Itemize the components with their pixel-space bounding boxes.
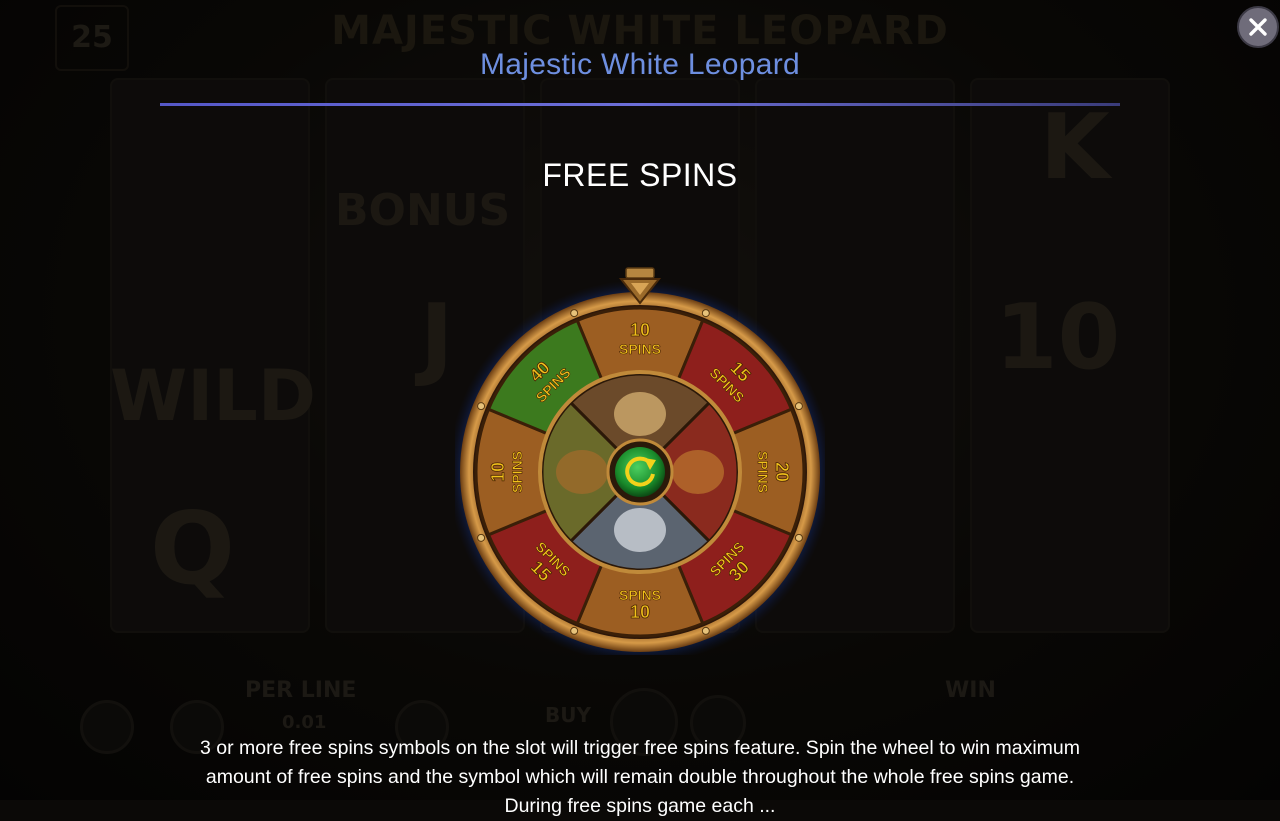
rim-rivet [794,533,803,542]
description-line-1: 3 or more free spins symbols on the slot… [199,737,1081,759]
rim-rivet [794,402,803,411]
rim-rivet [701,626,710,635]
segment-spins-label: SPINS [509,451,525,493]
segment-spins-label: SPINS [619,341,661,357]
free-spins-wheel: 10 SPINS 15 SPINS 20 SPINS 30 SPINS 10 SPINS 15 SPI… [448,265,832,664]
wheel-hub-button [615,447,665,497]
segment-spins-number: 10 [630,602,650,622]
description-line-2: amount of free spins and the symbol whic… [205,766,1075,788]
bear-symbol-art [672,450,724,494]
eagle-symbol-art [556,450,608,494]
close-icon [1249,18,1267,36]
wolf-symbol-art [614,508,666,552]
segment-spins-number: 20 [772,462,792,482]
segment-spins-number: 10 [630,320,650,340]
page-title: Majestic White Leopard [479,48,801,81]
segment-spins-number: 10 [488,462,508,482]
title-divider [160,103,1120,106]
close-button[interactable] [1237,6,1279,48]
description-line-3: During free spins game each ... [504,795,776,817]
rim-rivet [477,533,486,542]
segment-spins-label: SPINS [619,587,661,603]
feature-description: 3 or more free spins symbols on the slot… [130,734,1150,821]
rim-rivet [701,309,710,318]
rim-rivet [477,402,486,411]
section-title: FREE SPINS [542,157,738,193]
rim-rivet [570,626,579,635]
segment-spins-label: SPINS [755,451,771,493]
ram-symbol-art [614,392,666,436]
rim-rivet [570,309,579,318]
